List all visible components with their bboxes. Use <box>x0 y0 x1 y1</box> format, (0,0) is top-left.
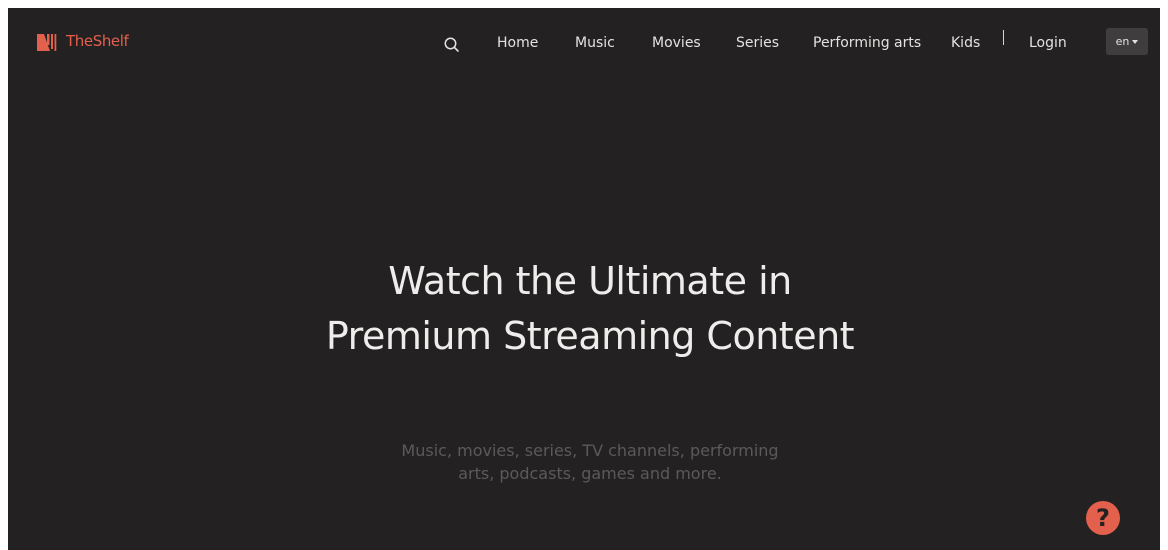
landing-page: TheShelf Home Music Movies Series Perfor… <box>8 8 1160 550</box>
top-navigation-bar: TheShelf Home Music Movies Series Perfor… <box>8 8 1160 78</box>
nav-movies-link[interactable]: Movies <box>652 31 701 55</box>
help-icon: ? <box>1096 504 1110 532</box>
nav-performing-arts-link[interactable]: Performing arts <box>813 31 921 55</box>
logo-text: TheShelf <box>66 32 129 50</box>
nav-home-link[interactable]: Home <box>497 31 538 55</box>
search-icon <box>444 37 459 52</box>
nav-divider <box>1003 30 1004 45</box>
nav-music-link[interactable]: Music <box>575 31 615 55</box>
caret-down-icon <box>1132 40 1139 44</box>
login-link[interactable]: Login <box>1029 31 1067 55</box>
nav-series-link[interactable]: Series <box>736 31 779 55</box>
hero-title: Watch the Ultimate in Premium Streaming … <box>325 259 855 358</box>
language-code: en <box>1115 35 1130 48</box>
logo-link[interactable]: TheShelf <box>37 30 129 52</box>
language-selector[interactable]: en <box>1106 28 1148 55</box>
nav-kids-link[interactable]: Kids <box>951 31 980 55</box>
search-button[interactable] <box>442 35 462 55</box>
hero-subtitle: Music, movies, series, TV channels, perf… <box>401 441 779 483</box>
help-button[interactable]: ? <box>1086 501 1120 535</box>
logo-icon <box>37 33 57 51</box>
